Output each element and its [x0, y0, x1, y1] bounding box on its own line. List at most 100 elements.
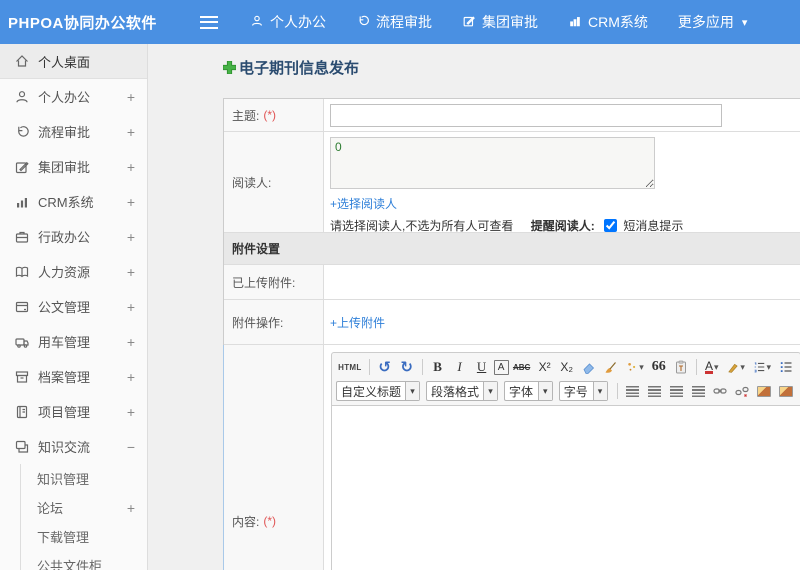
bold-button[interactable]: B: [428, 357, 448, 377]
edit-icon: [462, 14, 476, 31]
attachment-op-label: 附件操作:: [232, 315, 284, 330]
sidebar-knowledge-submenu: 知识管理 论坛 + 下载管理 公共文件柜: [20, 464, 147, 570]
caret-down-icon: ▾: [639, 361, 644, 372]
sidebar-item-process-approval[interactable]: 流程审批 +: [0, 114, 147, 149]
sidebar-subitem-downloads[interactable]: 下载管理: [21, 522, 147, 551]
sidebar-item-archives[interactable]: 档案管理 +: [0, 359, 147, 394]
insert-image-button[interactable]: [754, 381, 774, 401]
readers-hint-line: 请选择阅读人,不选为所有人可查看 提醒阅读人: 短消息提示: [330, 217, 800, 234]
align-left-button[interactable]: [622, 381, 642, 401]
font-color-button[interactable]: A ▾: [702, 357, 722, 377]
subscript-button[interactable]: X₂: [557, 357, 577, 377]
blockquote-button[interactable]: 66: [649, 357, 669, 377]
sidebar-subitem-public-cabinet[interactable]: 公共文件柜: [21, 551, 147, 570]
nav-more-apps[interactable]: 更多应用 ▾: [678, 12, 748, 32]
select-readers-link[interactable]: +选择阅读人: [330, 195, 397, 212]
redo-button[interactable]: ↻: [397, 357, 417, 377]
insert-link-button[interactable]: [710, 381, 730, 401]
subject-label: 主题:: [232, 108, 260, 123]
remind-readers-label: 提醒阅读人:: [530, 219, 595, 233]
notebook-icon: [14, 404, 30, 420]
expand-toggle: +: [126, 88, 135, 105]
expand-toggle: +: [126, 499, 135, 516]
expand-toggle: +: [126, 193, 135, 210]
upload-attachment-link[interactable]: +上传附件: [330, 314, 385, 331]
format-brush-button[interactable]: [601, 357, 621, 377]
richtext-editor: HTML ↺ ↻ B I U A ABC X² X₂ ▾ 66 A ▾ ▾ ▾ …: [331, 352, 800, 570]
menu-hamburger-icon[interactable]: [200, 15, 218, 29]
undo-button[interactable]: ↺: [375, 357, 395, 377]
caret-down-icon: ▾: [740, 361, 745, 372]
readers-textarea[interactable]: 0: [330, 137, 655, 189]
required-mark: (*): [263, 108, 277, 122]
nav-crm[interactable]: CRM系统: [568, 12, 648, 32]
sidebar-subitem-knowledge-mgmt[interactable]: 知识管理: [21, 464, 147, 493]
person-icon: [14, 89, 30, 105]
autotypeset-button[interactable]: A: [493, 359, 509, 375]
auto-format-button[interactable]: ▾: [623, 357, 647, 377]
remove-format-eraser-button[interactable]: [579, 357, 599, 377]
subject-input[interactable]: [330, 103, 722, 127]
attachment-section-header: 附件设置: [224, 233, 800, 265]
sidebar-subitem-forum[interactable]: 论坛 +: [21, 493, 147, 522]
sidebar-item-personal-office[interactable]: 个人办公 +: [0, 79, 147, 114]
align-justify-button[interactable]: [688, 381, 708, 401]
caret-down-icon: ▾: [483, 382, 498, 400]
page-title: 电子期刊信息发布: [222, 57, 800, 78]
sidebar-item-admin-office[interactable]: 行政办公 +: [0, 219, 147, 254]
sidebar-item-crm[interactable]: CRM系统 +: [0, 184, 147, 219]
sidebar-item-hr[interactable]: 人力资源 +: [0, 254, 147, 289]
nav-label: CRM系统: [588, 14, 648, 30]
chart-icon: [568, 14, 582, 31]
editor-content-area[interactable]: [331, 406, 800, 570]
top-header: PHPOA协同办公软件 个人办公 流程审批 集团审批 CRM系统 更多应用 ▾: [0, 0, 800, 44]
html-source-button[interactable]: HTML: [336, 357, 364, 377]
content-row: 内容: (*) HTML ↺ ↻ B I U A ABC X² X₂ ▾ 66 …: [223, 345, 800, 570]
italic-button[interactable]: I: [450, 357, 470, 377]
uploaded-attachments-area: [324, 265, 800, 299]
sidebar-item-desktop[interactable]: 个人桌面: [0, 44, 147, 79]
custom-title-select[interactable]: 自定义标题 ▾: [336, 381, 421, 401]
ordered-list-button[interactable]: ▾: [750, 357, 774, 377]
sidebar-item-vehicles[interactable]: 用车管理 +: [0, 324, 147, 359]
sidebar-item-group-approval[interactable]: 集团审批 +: [0, 149, 147, 184]
highlight-color-button[interactable]: ▾: [724, 357, 748, 377]
sidebar-item-knowledge[interactable]: 知识交流 −: [0, 429, 147, 464]
sidebar-item-projects[interactable]: 项目管理 +: [0, 394, 147, 429]
align-center-button[interactable]: [644, 381, 664, 401]
chart-icon: [14, 194, 30, 210]
app-logo: PHPOA协同办公软件: [8, 14, 157, 32]
add-plus-icon: [222, 60, 237, 75]
nav-label: 更多应用: [677, 14, 734, 30]
paragraph-format-select[interactable]: 段落格式 ▾: [426, 381, 499, 401]
caret-down-icon: ▾: [592, 382, 607, 400]
uploaded-label: 已上传附件:: [232, 275, 296, 290]
align-right-button[interactable]: [666, 381, 686, 401]
collapse-toggle: −: [126, 438, 135, 455]
nav-personal-office[interactable]: 个人办公: [250, 12, 326, 32]
publish-form: 主题: (*) 阅读人: 0 +选择阅读人 请选择阅读人,不选为所有人可查看 提…: [223, 98, 800, 570]
top-nav: 个人办公 流程审批 集团审批 CRM系统 更多应用 ▾: [250, 12, 747, 32]
nav-process-approval[interactable]: 流程审批: [356, 12, 432, 32]
sms-remind-checkbox[interactable]: [604, 219, 618, 232]
expand-toggle: +: [126, 228, 135, 245]
underline-button[interactable]: U: [472, 357, 492, 377]
unordered-list-button[interactable]: [776, 357, 796, 377]
strikethrough-button[interactable]: ABC: [511, 357, 533, 377]
insert-media-button[interactable]: [776, 381, 796, 401]
chat-icon: [14, 439, 30, 455]
paste-text-button[interactable]: [671, 357, 691, 377]
superscript-button[interactable]: X²: [535, 357, 555, 377]
caret-down-icon: ▾: [713, 361, 719, 372]
font-size-select[interactable]: 字号 ▾: [558, 381, 608, 401]
content-label: 内容:: [232, 514, 260, 529]
nav-group-approval[interactable]: 集团审批: [462, 12, 538, 32]
sidebar-item-documents[interactable]: 公文管理 +: [0, 289, 147, 324]
archive-icon: [14, 369, 30, 385]
remove-link-button[interactable]: [732, 381, 752, 401]
edit-icon: [14, 159, 30, 175]
expand-toggle: +: [126, 403, 135, 420]
nav-label: 集团审批: [482, 14, 538, 30]
sidebar: 个人桌面 个人办公 + 流程审批 + 集团审批 + CRM系统 + 行政办公 +…: [0, 44, 148, 570]
font-family-select[interactable]: 字体 ▾: [504, 381, 553, 401]
